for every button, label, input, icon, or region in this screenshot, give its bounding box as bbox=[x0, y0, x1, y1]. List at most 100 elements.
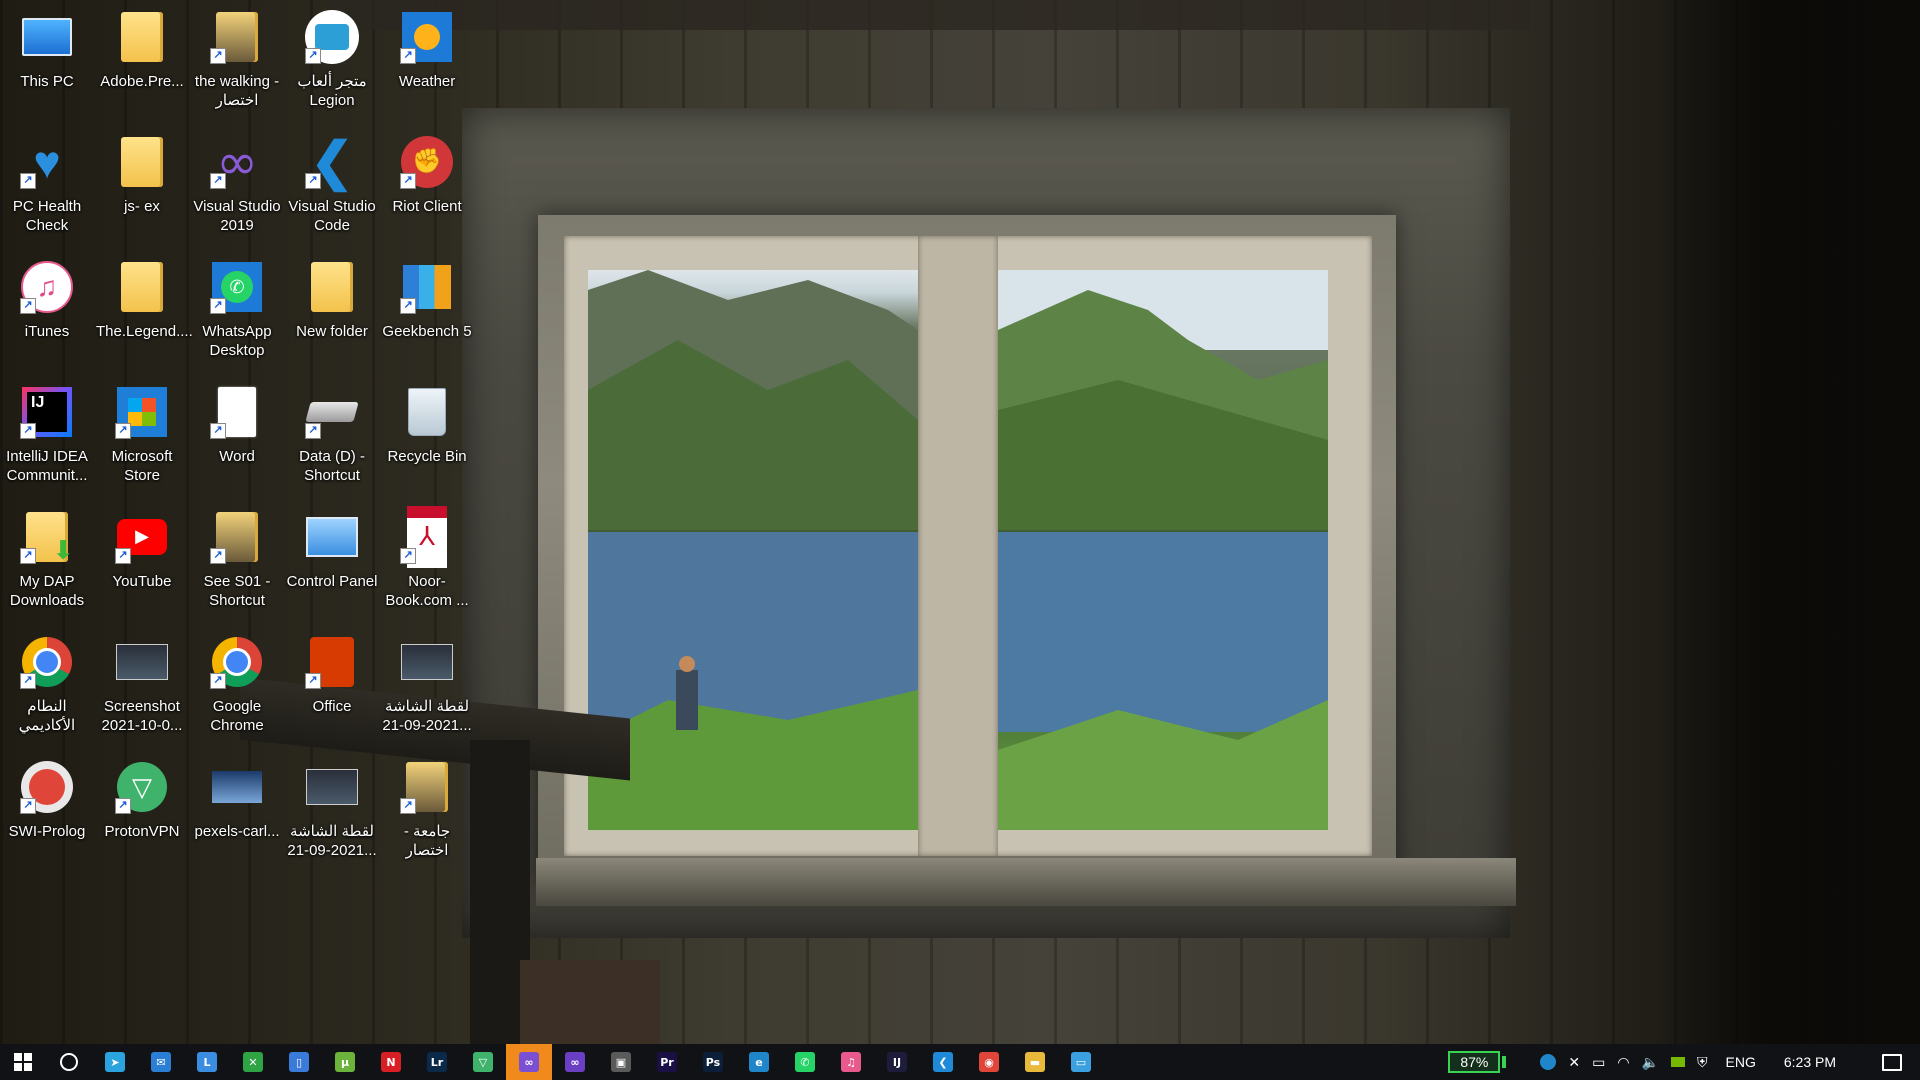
image-file-icon bbox=[208, 758, 266, 816]
power-tray-icon[interactable]: ▭ bbox=[1586, 1044, 1611, 1080]
desktop-icon[interactable]: ↗ Word bbox=[191, 383, 283, 466]
taskbar-search-button[interactable] bbox=[46, 1044, 92, 1080]
taskbar-protonvpn-button[interactable]: ▽ bbox=[460, 1044, 506, 1080]
shortcut-arrow-icon: ↗ bbox=[400, 547, 417, 564]
vscode-icon: ❮ bbox=[933, 1052, 953, 1072]
desktop-icon-label: My DAP Downloads bbox=[9, 572, 85, 609]
whatsapp-icon: ✆ bbox=[795, 1052, 815, 1072]
desktop-icon[interactable]: ↗ جامعة - اختصار bbox=[381, 758, 473, 860]
desktop-icon[interactable]: ↗ Microsoft Store bbox=[96, 383, 188, 485]
lightroom-icon: Lr bbox=[427, 1052, 447, 1072]
taskbar-telegram-button[interactable]: ➤ bbox=[92, 1044, 138, 1080]
taskbar-edge-button[interactable]: e bbox=[736, 1044, 782, 1080]
desktop-icon[interactable]: This PC bbox=[1, 8, 93, 91]
desktop-icon[interactable]: Recycle Bin bbox=[381, 383, 473, 466]
desktop-icon[interactable]: ⅄ ↗ Noor-Book.com ... bbox=[381, 505, 473, 610]
taskbar-phone-button[interactable]: ▯ bbox=[276, 1044, 322, 1080]
desktop-icon[interactable]: ↗ SWI-Prolog bbox=[1, 758, 93, 841]
desktop-icon-label: ProtonVPN bbox=[104, 822, 180, 840]
desktop-icon[interactable]: ↗ Weather bbox=[381, 8, 473, 91]
desktop-icon[interactable]: js- ex bbox=[96, 133, 188, 216]
taskbar-itunes-button[interactable]: ♫ bbox=[828, 1044, 874, 1080]
shortcut-arrow-icon: ↗ bbox=[400, 797, 417, 814]
desktop-icon[interactable]: ❮ ↗ Visual Studio Code bbox=[286, 133, 378, 235]
intellij-icon: IJ ↗ bbox=[18, 383, 76, 441]
taskbar-intellij-button[interactable]: IJ bbox=[874, 1044, 920, 1080]
desktop-icon[interactable]: ↗ Office bbox=[286, 633, 378, 716]
taskbar-windows-start-button[interactable] bbox=[0, 1044, 46, 1080]
desktop-icon[interactable]: New folder bbox=[286, 258, 378, 341]
shortcut-arrow-icon: ↗ bbox=[115, 797, 131, 814]
battery-indicator[interactable]: 87% bbox=[1448, 1051, 1501, 1073]
wifi-icon[interactable]: ◠ bbox=[1611, 1044, 1635, 1080]
taskbar-chrome-button[interactable]: ◉ bbox=[966, 1044, 1012, 1080]
desktop-icon[interactable]: ♥ ↗ PC Health Check bbox=[1, 133, 93, 235]
desktop-icon[interactable]: ⬇ ↗ My DAP Downloads bbox=[1, 508, 93, 610]
taskbar-vscode-button[interactable]: ❮ bbox=[920, 1044, 966, 1080]
desktop-icon[interactable]: ✆ ↗ WhatsApp Desktop bbox=[191, 258, 283, 360]
taskbar-mail-button[interactable]: ✉ bbox=[138, 1044, 184, 1080]
nvidia-tray-icon[interactable] bbox=[1665, 1044, 1691, 1080]
desktop-icon[interactable]: Control Panel bbox=[286, 508, 378, 591]
taskbar-lightroom-button[interactable]: Lr bbox=[414, 1044, 460, 1080]
wallpaper-view-right bbox=[998, 270, 1328, 830]
desktop-icon[interactable]: ↗ Google Chrome bbox=[191, 633, 283, 735]
taskbar-visual-studio-button[interactable]: ∞ bbox=[506, 1044, 552, 1080]
shortcut-arrow-icon: ↗ bbox=[115, 422, 131, 439]
mail-icon: ✉ bbox=[151, 1052, 171, 1072]
desktop-icon[interactable]: The.Legend.... bbox=[96, 258, 193, 341]
taskbar-lenovo-l-button[interactable]: L bbox=[184, 1044, 230, 1080]
security-shield-icon[interactable]: ⛨ bbox=[1691, 1044, 1714, 1080]
wallpaper-window-sill bbox=[536, 858, 1516, 906]
notifications-icon[interactable] bbox=[1864, 1044, 1920, 1080]
taskbar-file-explorer-button[interactable]: ▬ bbox=[1012, 1044, 1058, 1080]
chrome-icon: ↗ bbox=[18, 633, 76, 691]
desktop-icon-label: Screenshot 2021-10-0... bbox=[101, 697, 183, 734]
desktop-icon[interactable]: لقطة الشاشة 2021-09-21... bbox=[286, 758, 378, 860]
desktop-icon-label: Noor-Book.com ... bbox=[385, 572, 469, 609]
screenshot-file-icon bbox=[398, 633, 456, 691]
desktop-icon[interactable]: ↗ Geekbench 5 bbox=[381, 258, 473, 341]
desktop-icon[interactable]: ↗ Data (D) - Shortcut bbox=[286, 383, 378, 485]
desktop-icon[interactable]: لقطة الشاشة 2021-09-21... bbox=[381, 633, 473, 735]
battery-nub bbox=[1502, 1056, 1507, 1068]
desktop-icon-label: Office bbox=[312, 697, 352, 715]
desktop-icon[interactable]: pexels-carl... bbox=[191, 758, 283, 841]
xbox-tray-icon[interactable]: ✕ bbox=[1562, 1044, 1586, 1080]
desktop-icon[interactable]: ↗ the walking - اختصار bbox=[191, 8, 283, 110]
taskbar-store-button[interactable]: ▣ bbox=[598, 1044, 644, 1080]
taskbar-monitor-app-button[interactable]: ▭ bbox=[1058, 1044, 1104, 1080]
taskbar-visual-studio-button[interactable]: ∞ bbox=[552, 1044, 598, 1080]
system-tray: 87% ✕ ▭ ◠ 🔈 ⛨ ENG 6:23 PM bbox=[1448, 1044, 1920, 1080]
visual-studio-icon: ∞ ↗ bbox=[208, 133, 266, 191]
desktop-icon-label: PC Health Check bbox=[12, 197, 82, 234]
folder-shortcut-icon: ↗ bbox=[208, 8, 266, 66]
shortcut-arrow-icon: ↗ bbox=[210, 297, 227, 314]
desktop-icon-label: Adobe.Pre... bbox=[100, 73, 184, 90]
edge-tray-icon[interactable] bbox=[1534, 1044, 1562, 1080]
clock[interactable]: 6:23 PM bbox=[1768, 1044, 1864, 1080]
desktop-icon[interactable]: ▽ ↗ ProtonVPN bbox=[96, 758, 188, 841]
taskbar-utorrent-button[interactable]: µ bbox=[322, 1044, 368, 1080]
desktop-icon[interactable]: ▶ ↗ YouTube bbox=[96, 508, 188, 591]
volume-icon[interactable]: 🔈 bbox=[1636, 1044, 1665, 1080]
desktop-icon[interactable]: ♫ ↗ iTunes bbox=[1, 258, 93, 341]
taskbar-whatsapp-button[interactable]: ✆ bbox=[782, 1044, 828, 1080]
folder-icon bbox=[303, 258, 361, 316]
desktop-icon[interactable]: ✊ ↗ Riot Client bbox=[381, 133, 473, 216]
desktop-icon-label: js- ex bbox=[124, 197, 160, 215]
taskbar-netflix-button[interactable]: N bbox=[368, 1044, 414, 1080]
language-indicator[interactable]: ENG bbox=[1714, 1044, 1768, 1080]
desktop-icon[interactable]: IJ ↗ IntelliJ IDEA Communit... bbox=[1, 383, 93, 485]
taskbar-premiere-button[interactable]: Pr bbox=[644, 1044, 690, 1080]
desktop-icon[interactable]: Screenshot 2021-10-0... bbox=[96, 633, 188, 735]
taskbar-xbox-button[interactable]: ✕ bbox=[230, 1044, 276, 1080]
desktop-icon[interactable]: ↗ متجر ألعاب Legion bbox=[286, 8, 378, 110]
taskbar-photoshop-button[interactable]: Ps bbox=[690, 1044, 736, 1080]
desktop-icon[interactable]: ∞ ↗ Visual Studio 2019 bbox=[191, 133, 283, 235]
desktop-icon-label: Control Panel bbox=[286, 572, 378, 590]
desktop-icon[interactable]: ↗ See S01 - Shortcut bbox=[191, 508, 283, 610]
edge-icon: e bbox=[749, 1052, 769, 1072]
desktop-icon[interactable]: Adobe.Pre... bbox=[96, 8, 188, 91]
desktop-icon[interactable]: ↗ النطام الأكاديمي bbox=[1, 633, 93, 735]
